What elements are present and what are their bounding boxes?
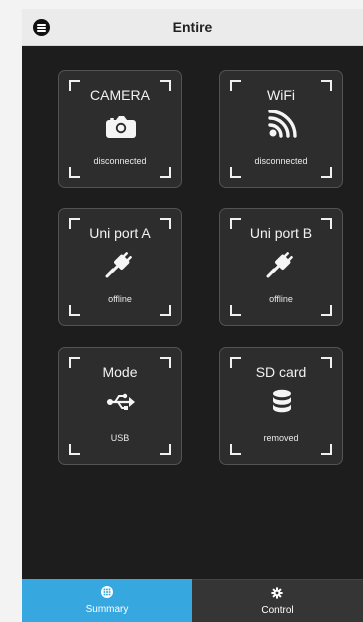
grid-icon [101, 586, 113, 598]
uni-port-b-tile[interactable]: Uni port B offline [219, 208, 343, 326]
app-window: Entire CAMERA disconnected WiFi disconne [22, 9, 363, 622]
uni-port-a-tile[interactable]: Uni port A offline [58, 208, 182, 326]
camera-icon [105, 110, 137, 140]
tab-control-label: Control [261, 605, 294, 616]
tab-summary-label: Summary [85, 604, 129, 615]
header-bar: Entire [22, 9, 363, 46]
sd-card-tile[interactable]: SD card removed [219, 347, 343, 465]
camera-status: disconnected [93, 156, 147, 166]
wifi-icon [266, 110, 298, 140]
mode-tile[interactable]: Mode USB [58, 347, 182, 465]
wifi-label: WiFi [267, 87, 295, 103]
mode-label: Mode [102, 364, 138, 380]
camera-tile[interactable]: CAMERA disconnected [58, 70, 182, 188]
uni-port-b-label: Uni port B [249, 225, 313, 241]
plug-icon [266, 248, 298, 278]
uni-port-a-label: Uni port A [89, 225, 151, 241]
plug-icon [105, 248, 137, 278]
uni-port-b-status: offline [269, 294, 293, 304]
tab-summary[interactable]: Summary [22, 579, 192, 622]
wifi-status: disconnected [254, 156, 308, 166]
gear-icon [271, 587, 283, 599]
usb-icon [105, 387, 137, 417]
tab-control[interactable]: Control [192, 579, 363, 622]
sd-card-status: removed [263, 433, 299, 443]
mode-status: USB [110, 433, 130, 443]
camera-label: CAMERA [90, 87, 150, 103]
wifi-tile[interactable]: WiFi disconnected [219, 70, 343, 188]
uni-port-a-status: offline [108, 294, 132, 304]
database-icon [266, 387, 298, 417]
page-title: Entire [172, 19, 213, 35]
sd-card-label: SD card [255, 364, 307, 380]
